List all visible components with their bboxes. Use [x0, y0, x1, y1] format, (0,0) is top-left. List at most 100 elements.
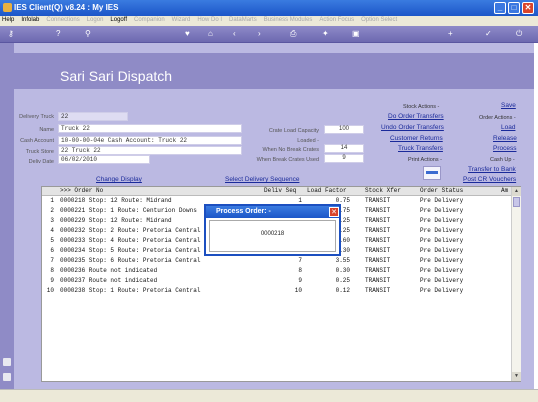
stock-xfer-cell: TRANSIT: [365, 237, 391, 244]
row-number: 9: [50, 277, 54, 284]
order-status-cell: Pre Delivery: [420, 217, 464, 224]
customer-returns-link[interactable]: Customer Returns: [390, 135, 443, 142]
add-icon[interactable]: +: [448, 30, 453, 38]
truck-store-field[interactable]: 22 Truck 22: [58, 146, 242, 155]
home-icon[interactable]: ⌂: [208, 30, 213, 38]
app-icon: [3, 3, 12, 12]
menu-item-logoff[interactable]: Logoff: [110, 17, 127, 23]
menu-item-business-modules[interactable]: Business Modules: [264, 17, 313, 23]
menu-item-help[interactable]: Help: [2, 17, 14, 23]
menu-item-connections[interactable]: Connections: [46, 17, 79, 23]
name-field[interactable]: Truck 22: [58, 124, 242, 133]
stock-xfer-cell: TRANSIT: [365, 207, 391, 214]
no-break-label: When No Break Crates: [262, 147, 319, 153]
menu-item-logon[interactable]: Logon: [87, 17, 104, 23]
change-display-link[interactable]: Change Display: [96, 176, 142, 183]
scroll-down-icon[interactable]: ▼: [512, 372, 521, 381]
scroll-thumb[interactable]: [513, 197, 520, 207]
power-icon[interactable]: ⏻: [516, 30, 522, 38]
order-status-cell: Pre Delivery: [420, 247, 464, 254]
name-label: Name: [39, 127, 54, 133]
search-icon[interactable]: ⚲: [85, 30, 91, 38]
do-order-transfers-link[interactable]: Do Order Transfers: [388, 113, 444, 120]
print-icon[interactable]: ⎙: [290, 30, 296, 38]
menu-item-companion[interactable]: Companion: [134, 17, 165, 23]
order-status-cell: Pre Delivery: [420, 197, 464, 204]
order-status-cell: Pre Delivery: [420, 277, 464, 284]
table-row[interactable]: 10 0000238 Stop: 1 Route: Pretoria Centra…: [42, 287, 512, 297]
cash-up-heading: Cash Up -: [490, 157, 515, 163]
sidebar-tool-icon[interactable]: [3, 358, 11, 366]
cash-account-label: Cash Account: [20, 138, 54, 144]
col-order-no[interactable]: >>> Order No: [60, 187, 103, 195]
col-deliv-seq[interactable]: Deliv Seq: [264, 187, 296, 195]
stock-xfer-cell: TRANSIT: [365, 217, 391, 224]
order-status-cell: Pre Delivery: [420, 257, 464, 264]
dialog-order-number: 0000218: [260, 231, 285, 237]
load-factor-cell: 0.25: [335, 277, 350, 284]
deliv-seq-cell: 9: [298, 277, 302, 284]
order-cell: 0000238 Stop: 1 Route: Pretoria Central: [60, 287, 201, 294]
delivery-truck-field[interactable]: 22: [58, 112, 128, 121]
release-link[interactable]: Release: [493, 135, 517, 142]
load-link[interactable]: Load: [501, 124, 515, 131]
maximize-button[interactable]: □: [508, 2, 520, 14]
stock-xfer-cell: TRANSIT: [365, 197, 391, 204]
col-order-status[interactable]: Order Status: [420, 187, 463, 195]
stock-xfer-cell: TRANSIT: [365, 247, 391, 254]
confirm-icon[interactable]: ✓: [485, 30, 492, 38]
window-title: IES Client(Q) v8.24 : My IES: [14, 3, 119, 12]
table-row[interactable]: 7 0000235 Stop: 6 Route: Pretoria Central…: [42, 257, 512, 267]
no-break-field: 14: [324, 144, 364, 153]
dialog-close-button[interactable]: ✕: [329, 207, 339, 217]
col-load-factor[interactable]: Load Factor: [307, 187, 347, 195]
dialog-titlebar: Process Order: -: [206, 206, 339, 218]
order-status-cell: Pre Delivery: [420, 227, 464, 234]
menu-bar: Help Infolab Connections Logon Logoff Compani…: [0, 16, 538, 26]
crate-load-label: Crate Load Capacity: [268, 128, 319, 134]
key-icon[interactable]: ⚷: [8, 30, 14, 38]
menu-item-datamarts[interactable]: DataMarts: [229, 17, 257, 23]
cash-account-field[interactable]: 10-00-00-04e Cash Account: Truck 22: [58, 136, 242, 145]
document-icon[interactable]: ▣: [352, 30, 360, 38]
post-cr-vouchers-link[interactable]: Post CR Vouchers: [463, 176, 516, 183]
row-number: 3: [50, 217, 54, 224]
menu-item-how-do-i[interactable]: How Do I: [197, 17, 222, 23]
table-row[interactable]: 8 0000236 Route not indicated 8 0.30 TRANSIT…: [42, 267, 512, 277]
menu-item-option-select[interactable]: Option Select: [361, 17, 397, 23]
link-icon[interactable]: ✦: [322, 30, 329, 38]
deliv-date-field[interactable]: 06/02/2010: [58, 155, 150, 164]
close-button[interactable]: ✕: [522, 2, 534, 14]
menu-item-action-focus[interactable]: Action Focus: [319, 17, 354, 23]
minimize-button[interactable]: _: [494, 2, 506, 14]
help-icon[interactable]: ?: [56, 30, 60, 38]
table-scrollbar[interactable]: ▲ ▼: [511, 187, 521, 381]
favorite-icon[interactable]: ♥: [185, 30, 190, 38]
sidebar-doc-icon[interactable]: [3, 373, 11, 381]
order-cell: 0000237 Route not indicated: [60, 277, 158, 284]
order-actions-heading: Order Actions -: [479, 115, 516, 121]
break-field: 9: [324, 154, 364, 163]
order-status-cell: Pre Delivery: [420, 267, 464, 274]
undo-order-transfers-link[interactable]: Undo Order Transfers: [381, 124, 444, 131]
delivery-truck-label: Delivery Truck: [19, 114, 54, 120]
save-link[interactable]: Save: [501, 102, 516, 109]
forward-icon[interactable]: ›: [258, 30, 261, 38]
transfer-to-bank-link[interactable]: Transfer to Bank: [468, 166, 516, 173]
truck-transfers-link[interactable]: Truck Transfers: [398, 145, 443, 152]
page-title: Sari Sari Dispatch: [60, 68, 173, 84]
menu-item-wizard[interactable]: Wizard: [172, 17, 191, 23]
col-stock-xfer[interactable]: Stock Xfer: [365, 187, 401, 195]
back-icon[interactable]: ‹: [233, 30, 236, 38]
table-row[interactable]: 9 0000237 Route not indicated 9 0.25 TRANSIT…: [42, 277, 512, 287]
stock-xfer-cell: TRANSIT: [365, 257, 391, 264]
page-header: Sari Sari Dispatch: [14, 53, 534, 89]
select-delivery-sequence-link[interactable]: Select Delivery Sequence: [225, 176, 299, 183]
printer-icon[interactable]: [423, 166, 441, 180]
col-amount[interactable]: Am: [501, 187, 508, 195]
row-number: 1: [50, 197, 54, 204]
menu-item-infolab[interactable]: Infolab: [21, 17, 39, 23]
scroll-up-icon[interactable]: ▲: [512, 187, 521, 196]
process-link[interactable]: Process: [493, 145, 516, 152]
process-order-dialog: Process Order: - ✕ 0000218: [204, 204, 341, 256]
